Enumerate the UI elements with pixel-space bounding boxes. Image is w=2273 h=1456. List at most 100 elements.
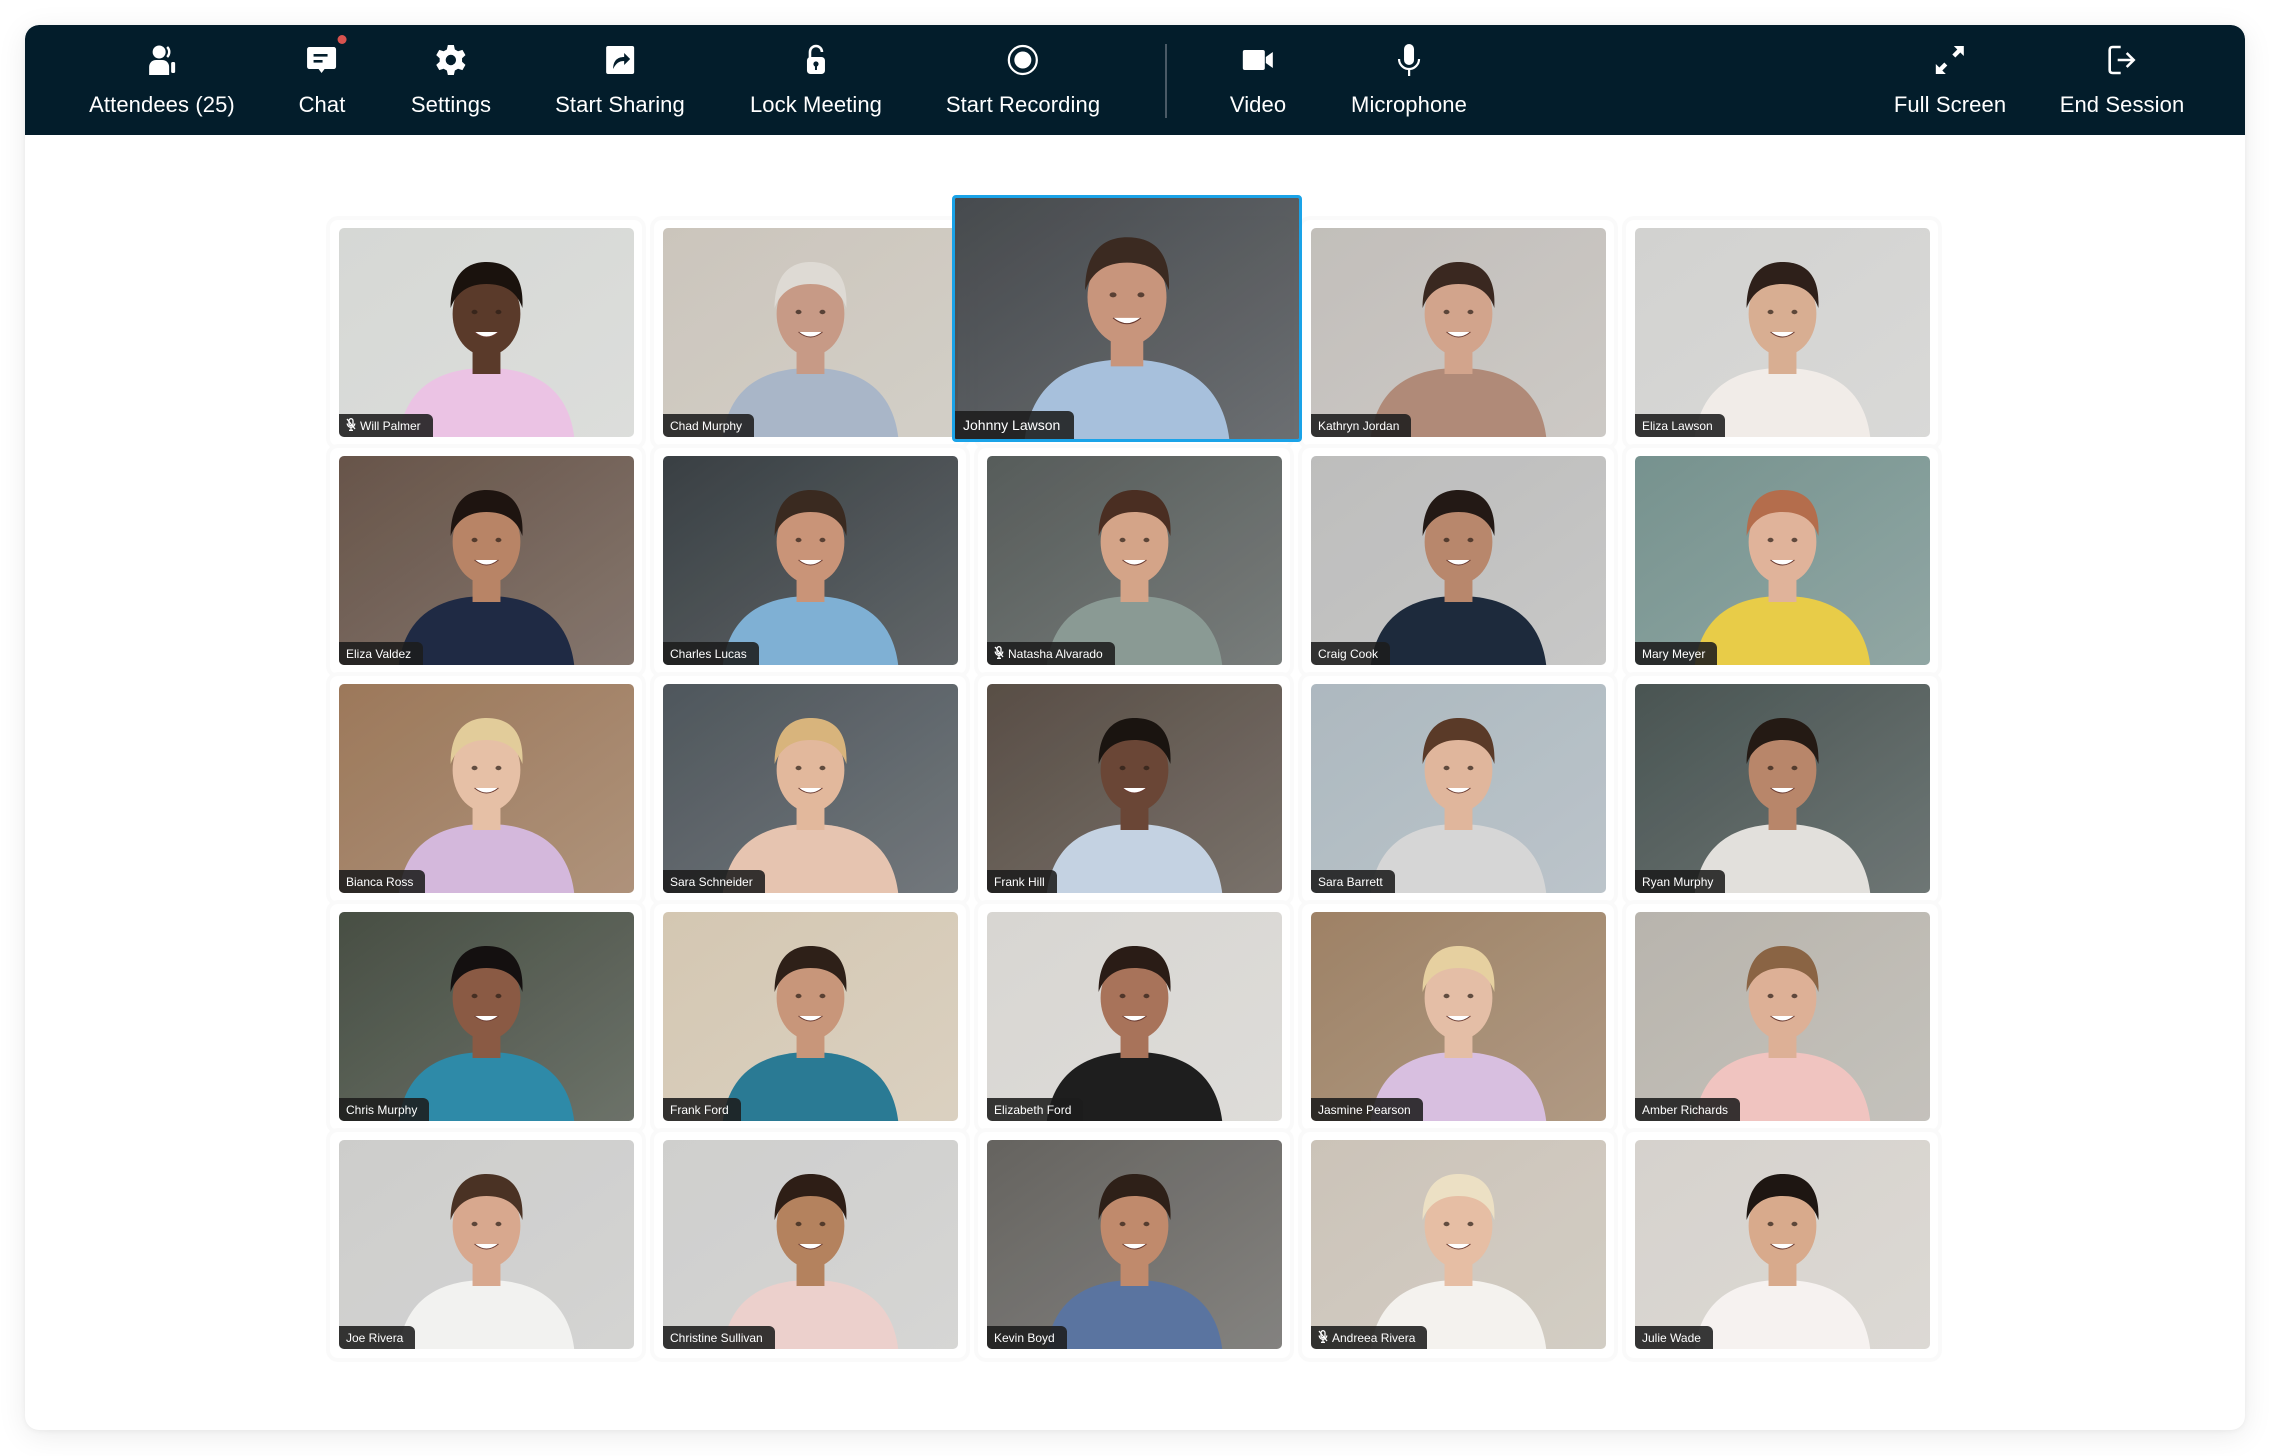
participant-name-tag: Charles Lucas	[663, 642, 759, 665]
attendees-button[interactable]: Attendees (25)	[89, 25, 235, 135]
participant-video-feed	[339, 684, 634, 893]
participant-video[interactable]: Frank Hill	[987, 684, 1282, 893]
participant-video-feed	[1311, 684, 1606, 893]
participant-video[interactable]: Julie Wade	[1635, 1140, 1930, 1349]
meeting-window: Attendees (25) Chat Settings Start Shari…	[25, 25, 2245, 1430]
settings-label: Settings	[410, 92, 492, 117]
start-recording-button[interactable]: Start Recording	[946, 25, 1100, 135]
end-session-button[interactable]: End Session	[2060, 25, 2185, 135]
participant-name-tag: Julie Wade	[1635, 1326, 1713, 1349]
participant-video[interactable]: Chad Murphy	[663, 228, 958, 437]
video-camera-icon	[1239, 41, 1277, 79]
participant-name: Frank Ford	[670, 1102, 729, 1117]
participant-tile: Frank Hill	[978, 676, 1290, 902]
participant-name: Julie Wade	[1642, 1330, 1701, 1345]
participant-name: Eliza Valdez	[346, 646, 412, 661]
participant-tile: Frank Ford	[654, 904, 966, 1130]
participant-video[interactable]: Ryan Murphy	[1635, 684, 1930, 893]
participant-video[interactable]: Kevin Boyd	[987, 1140, 1282, 1349]
participant-video[interactable]: Amber Richards	[1635, 912, 1930, 1121]
microphone-muted-icon	[346, 417, 356, 434]
meeting-toolbar: Attendees (25) Chat Settings Start Shari…	[25, 25, 2245, 135]
participant-video-feed	[1635, 456, 1930, 665]
participant-name-tag: Joe Rivera	[339, 1326, 416, 1349]
participant-video[interactable]: Craig Cook	[1311, 456, 1606, 665]
participant-name: Christine Sullivan	[670, 1330, 763, 1345]
participant-video-feed	[339, 228, 634, 437]
participant-tile: Joe Rivera	[330, 1132, 642, 1358]
participant-name: Sara Barrett	[1318, 874, 1383, 889]
microphone-button[interactable]: Microphone	[1351, 25, 1467, 135]
participant-video-feed	[663, 684, 958, 893]
participant-video[interactable]: Sara Schneider	[663, 684, 958, 893]
active-speaker-video[interactable]: Johnny Lawson	[952, 195, 1302, 442]
participant-video[interactable]: Charles Lucas	[663, 456, 958, 665]
participant-video-feed	[339, 456, 634, 665]
participant-tile: Charles Lucas	[654, 448, 966, 674]
participant-tile: Sara Schneider	[654, 676, 966, 902]
participant-name-tag: Bianca Ross	[339, 870, 426, 893]
participant-video-feed	[987, 456, 1282, 665]
microphone-label: Microphone	[1351, 92, 1467, 117]
participant-name-tag: Amber Richards	[1635, 1098, 1741, 1121]
participant-video[interactable]: Frank Ford	[663, 912, 958, 1121]
microphone-muted-icon	[994, 645, 1004, 662]
participant-name: Bianca Ross	[346, 874, 414, 889]
participant-video[interactable]: Eliza Valdez	[339, 456, 634, 665]
participant-video-feed	[339, 912, 634, 1121]
start-sharing-button[interactable]: Start Sharing	[555, 25, 685, 135]
participant-name: Chad Murphy	[670, 418, 743, 433]
participant-video[interactable]: Kathryn Jordan	[1311, 228, 1606, 437]
chat-icon	[303, 35, 347, 79]
participant-video[interactable]: Joe Rivera	[339, 1140, 634, 1349]
participant-tile: Sara Barrett	[1302, 676, 1614, 902]
participant-name: Ryan Murphy	[1642, 874, 1714, 889]
participant-video[interactable]: Chris Murphy	[339, 912, 634, 1121]
video-button[interactable]: Video	[1230, 25, 1286, 135]
participant-name: Jasmine Pearson	[1318, 1102, 1411, 1117]
participant-name-tag: Kathryn Jordan	[1311, 414, 1412, 437]
participant-name: Frank Hill	[994, 874, 1045, 889]
participant-tile: Chris Murphy	[330, 904, 642, 1130]
participant-video[interactable]: Christine Sullivan	[663, 1140, 958, 1349]
participant-video[interactable]: Sara Barrett	[1311, 684, 1606, 893]
participant-name: Joe Rivera	[346, 1330, 404, 1345]
participant-video[interactable]: Jasmine Pearson	[1311, 912, 1606, 1121]
participant-tile: Christine Sullivan	[654, 1132, 966, 1358]
participant-tile: Ryan Murphy	[1626, 676, 1938, 902]
lock-meeting-label: Lock Meeting	[749, 92, 883, 117]
expand-icon	[1931, 41, 1969, 79]
participant-tile: Julie Wade	[1626, 1132, 1938, 1358]
participant-name: Eliza Lawson	[1642, 418, 1713, 433]
participant-video[interactable]: Will Palmer	[339, 228, 634, 437]
chat-button[interactable]: Chat	[299, 25, 347, 135]
participant-name-tag: Johnny Lawson	[955, 411, 1075, 439]
participant-video[interactable]: Bianca Ross	[339, 684, 634, 893]
participant-video[interactable]: Mary Meyer	[1635, 456, 1930, 665]
participant-name: Natasha Alvarado	[1008, 646, 1103, 661]
attendees-icon	[143, 41, 181, 79]
participant-video[interactable]: Andreea Rivera	[1311, 1140, 1606, 1349]
participant-name-tag: Elizabeth Ford	[987, 1098, 1084, 1121]
participant-video-feed	[1311, 912, 1606, 1121]
participant-tile: Andreea Rivera	[1302, 1132, 1614, 1358]
participant-video-feed	[987, 912, 1282, 1121]
gear-icon	[432, 41, 470, 79]
participant-video[interactable]: Elizabeth Ford	[987, 912, 1282, 1121]
participant-video[interactable]: Eliza Lawson	[1635, 228, 1930, 437]
participant-name: Craig Cook	[1318, 646, 1379, 661]
participant-video-feed	[1635, 912, 1930, 1121]
settings-button[interactable]: Settings	[411, 25, 491, 135]
participant-name: Johnny Lawson	[963, 417, 1061, 433]
participant-name: Elizabeth Ford	[994, 1102, 1072, 1117]
participant-name-tag: Frank Hill	[987, 870, 1057, 893]
chat-notification-dot	[338, 35, 347, 44]
lock-meeting-button[interactable]: Lock Meeting	[750, 25, 882, 135]
participant-name: Will Palmer	[360, 418, 421, 433]
microphone-muted-icon	[1318, 1329, 1328, 1346]
full-screen-button[interactable]: Full Screen	[1894, 25, 2006, 135]
participant-name-tag: Christine Sullivan	[663, 1326, 775, 1349]
start-recording-label: Start Recording	[945, 92, 1101, 117]
participant-name-tag: Natasha Alvarado	[987, 642, 1115, 665]
participant-video[interactable]: Natasha Alvarado	[987, 456, 1282, 665]
